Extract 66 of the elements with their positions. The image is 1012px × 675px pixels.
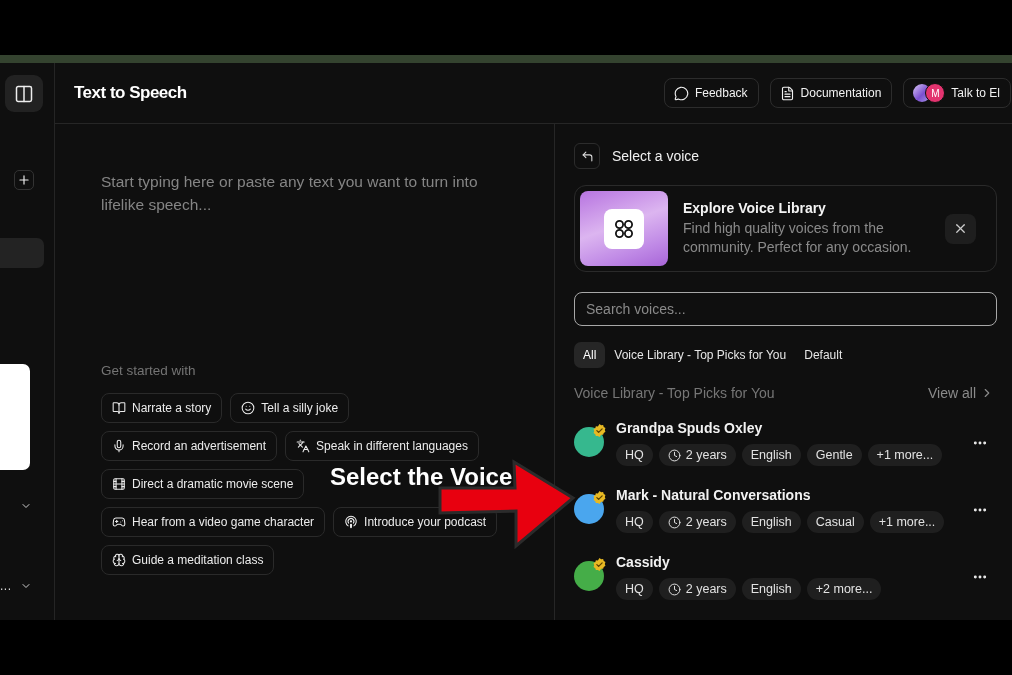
avatar-initial: M bbox=[925, 83, 946, 103]
clock-icon bbox=[667, 515, 681, 529]
voice-tag: +1 more... bbox=[869, 511, 945, 533]
text-input-field[interactable]: Start typing here or paste any text you want to turn into lifelike speech... bbox=[101, 170, 511, 350]
suggestion-chip[interactable]: Guide a meditation class bbox=[101, 545, 275, 575]
voice-tag: Casual bbox=[806, 511, 864, 533]
suggestion-chip[interactable]: Narrate a story bbox=[101, 393, 223, 423]
voice-tag: Gentle bbox=[806, 444, 862, 466]
voice-tag: HQ bbox=[616, 578, 653, 600]
sidebar-section-label[interactable]: ... bbox=[0, 578, 12, 594]
voice-name[interactable]: Grandpa Spuds Oxley bbox=[616, 420, 968, 436]
apps-icon bbox=[604, 208, 644, 249]
voice-name[interactable]: Cassidy bbox=[616, 554, 968, 570]
sidebar-toggle-button[interactable] bbox=[5, 75, 43, 112]
page-title: Text to Speech bbox=[74, 83, 188, 103]
voice-tag: English bbox=[741, 511, 801, 533]
documentation-button[interactable]: Documentation bbox=[769, 78, 893, 108]
search-field[interactable]: Search voices... bbox=[574, 292, 997, 326]
plus-icon bbox=[17, 173, 31, 187]
book-icon bbox=[112, 401, 126, 415]
filter-tab[interactable]: Default bbox=[795, 342, 852, 368]
clock-icon bbox=[667, 448, 681, 462]
voice-tag: +2 more... bbox=[806, 578, 882, 600]
suggestions-heading: Get started with bbox=[101, 362, 197, 380]
voice-tag: English bbox=[741, 444, 801, 466]
voice-tag: 2 years bbox=[658, 444, 736, 466]
suggestion-chip[interactable]: Speak in different languages bbox=[285, 431, 479, 461]
promo-title: Explore Voice Library bbox=[683, 200, 827, 216]
back-button[interactable] bbox=[574, 143, 600, 169]
panel-title: Select a voice bbox=[612, 148, 700, 164]
smile-icon bbox=[241, 401, 256, 415]
suggestion-chip[interactable]: Direct a dramatic movie scene bbox=[101, 469, 305, 499]
voice-tag: +1 more... bbox=[867, 444, 943, 466]
suggestion-chip[interactable]: Hear from a video game character bbox=[101, 507, 326, 537]
promo-description: Find high quality voices from the community. Perfect for any occasion. bbox=[683, 219, 913, 257]
suggestion-chip[interactable]: Introduce your podcast bbox=[333, 507, 498, 537]
feedback-button[interactable]: Feedback bbox=[663, 78, 759, 108]
gamepad-icon bbox=[112, 515, 126, 529]
voice-tag: 2 years bbox=[658, 578, 736, 600]
view-all-link[interactable]: View all bbox=[928, 384, 994, 402]
close-icon bbox=[953, 221, 968, 236]
voice-tag: HQ bbox=[616, 444, 653, 466]
talk-button[interactable]: M Talk to El bbox=[903, 78, 1011, 108]
microphone-icon bbox=[112, 439, 126, 453]
section-title: Voice Library - Top Picks for You bbox=[574, 384, 775, 402]
filter-tab[interactable]: All bbox=[574, 342, 606, 368]
back-arrow-icon bbox=[580, 149, 594, 163]
translate-icon bbox=[296, 439, 311, 453]
film-icon bbox=[112, 477, 126, 491]
voice-tag: 2 years bbox=[658, 511, 736, 533]
voice-name[interactable]: Mark - Natural Conversations bbox=[616, 487, 968, 503]
filter-tab[interactable]: Voice Library - Top Picks for You bbox=[605, 342, 796, 368]
voice-tag: HQ bbox=[616, 511, 653, 533]
panel-icon bbox=[14, 83, 34, 104]
brain-icon bbox=[112, 553, 126, 567]
voice-tag: English bbox=[741, 578, 801, 600]
chat-bubble-icon bbox=[673, 85, 689, 101]
clock-icon bbox=[667, 582, 681, 596]
document-icon bbox=[779, 85, 795, 101]
annotation-text: Select the Voice bbox=[330, 464, 513, 490]
suggestion-chip[interactable]: Tell a silly joke bbox=[230, 393, 350, 423]
library-promo-card[interactable]: Explore Voice Library Find high quality voices from the community. Perfect for any occasion. bbox=[574, 185, 997, 272]
podcast-icon bbox=[344, 515, 359, 529]
suggestion-chip[interactable]: Record an advertisement bbox=[101, 431, 278, 461]
add-button[interactable] bbox=[14, 170, 34, 190]
close-button[interactable] bbox=[945, 213, 976, 244]
